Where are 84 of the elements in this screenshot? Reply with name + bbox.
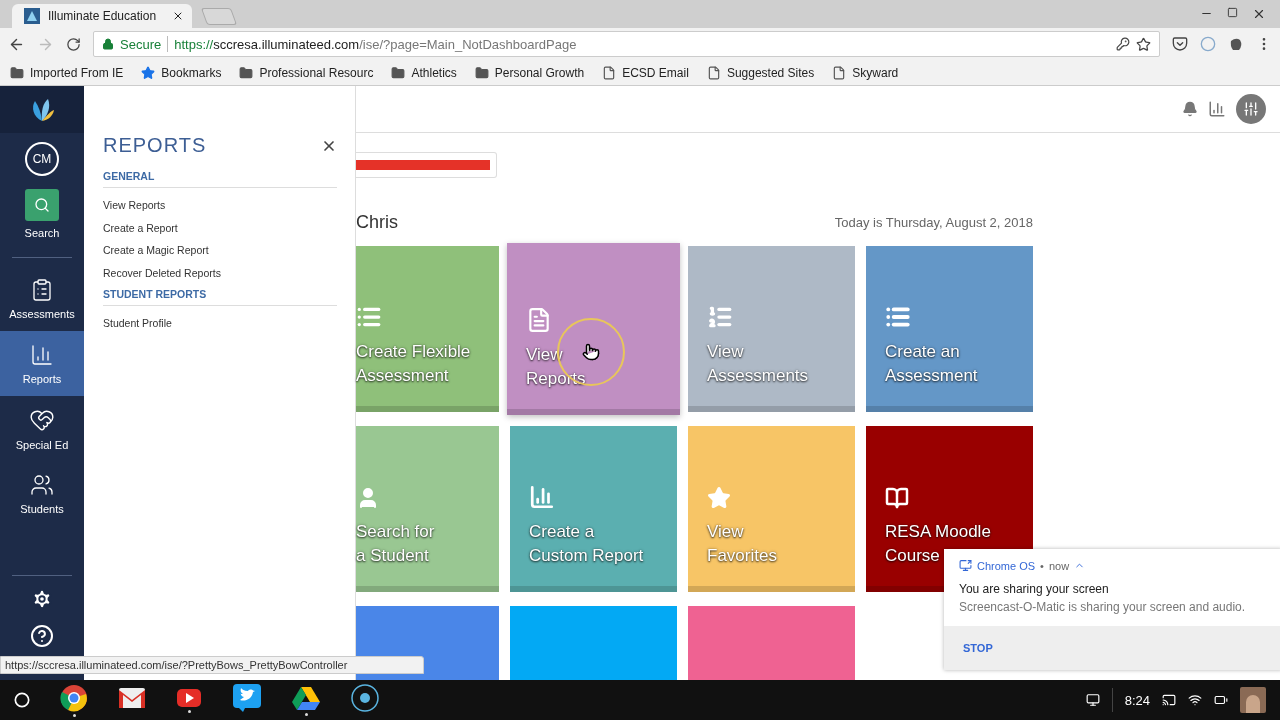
star-icon bbox=[141, 65, 156, 80]
menu-link[interactable]: View Reports bbox=[103, 194, 337, 217]
notification-time: now bbox=[1048, 559, 1070, 572]
nav-item[interactable]: Assessments bbox=[0, 266, 84, 331]
close-icon[interactable] bbox=[1252, 7, 1266, 21]
screen-icon[interactable] bbox=[1085, 693, 1100, 707]
ring-app-icon[interactable] bbox=[350, 682, 380, 713]
bookmark[interactable]: Imported From IE bbox=[10, 65, 124, 80]
section-heading: STUDENT REPORTS bbox=[103, 284, 337, 306]
browser-tab[interactable]: Illuminate Education bbox=[12, 4, 192, 28]
drive-triangle-icon[interactable] bbox=[292, 684, 320, 711]
folder-icon bbox=[474, 65, 489, 80]
tab-title: Illuminate Education bbox=[48, 9, 158, 23]
folder-icon bbox=[391, 65, 406, 80]
close-icon[interactable] bbox=[172, 10, 184, 22]
nav-item[interactable]: Reports bbox=[0, 331, 84, 396]
menu-title: REPORTS bbox=[103, 134, 207, 157]
star-icon bbox=[707, 486, 731, 510]
folder-icon bbox=[10, 65, 24, 80]
document-icon bbox=[526, 307, 552, 333]
search-label: Search bbox=[24, 227, 60, 239]
nav-item[interactable]: Students bbox=[0, 461, 84, 526]
settings-avatar-button[interactable] bbox=[1236, 94, 1266, 124]
bookmark[interactable]: Bookmarks bbox=[141, 65, 222, 80]
search-button[interactable] bbox=[25, 189, 59, 221]
battery-icon[interactable] bbox=[1214, 693, 1228, 707]
wifi-icon[interactable] bbox=[1188, 693, 1202, 707]
cast-icon[interactable] bbox=[1162, 693, 1176, 707]
people-icon bbox=[30, 472, 54, 497]
bird-app-icon[interactable] bbox=[232, 682, 262, 713]
key-icon[interactable] bbox=[1116, 37, 1130, 51]
search-icon bbox=[34, 197, 50, 213]
notification-body: Screencast-O-Matic is sharing your screen and audio. bbox=[958, 599, 1247, 616]
video-app-icon[interactable] bbox=[176, 687, 202, 708]
address-bar[interactable]: Secure https://sccresa.illuminateed.com/ise/?page=Main_NotDashboardPage bbox=[93, 31, 1160, 57]
bookmark-star-icon[interactable] bbox=[1136, 36, 1151, 52]
reload-icon[interactable] bbox=[66, 36, 81, 52]
menu-link[interactable]: Recover Deleted Reports bbox=[103, 261, 337, 284]
clipboard-icon bbox=[30, 277, 54, 302]
help-icon[interactable] bbox=[30, 624, 54, 648]
menu-link[interactable]: Create a Magic Report bbox=[103, 239, 337, 262]
user-avatar[interactable]: CM bbox=[25, 142, 59, 176]
lock-icon bbox=[102, 38, 114, 50]
chart-icon[interactable] bbox=[1208, 100, 1226, 118]
url-text: https://sccresa.illuminateed.com/ise/?page=Main_NotDashboardPage bbox=[174, 36, 577, 52]
hand-cursor-icon bbox=[582, 343, 600, 361]
bar-chart-icon bbox=[529, 484, 555, 510]
greeting: Chris bbox=[356, 211, 398, 233]
site-icon bbox=[24, 8, 40, 24]
screen-share-icon bbox=[959, 559, 972, 572]
section-heading: GENERAL bbox=[103, 166, 337, 188]
bookmark[interactable]: Skyward bbox=[832, 65, 899, 80]
page-icon bbox=[832, 65, 847, 80]
url-tooltip: https://sccresa.illuminateed.com/ise/?PrettyBows_PrettyBowController bbox=[0, 656, 424, 674]
running-dot bbox=[304, 712, 308, 716]
restore-icon[interactable] bbox=[1227, 7, 1238, 18]
bookmark[interactable]: ECSD Email bbox=[602, 65, 689, 80]
bookmark[interactable]: Personal Growth bbox=[474, 65, 585, 80]
date-text: Today is Thursday, August 2, 2018 bbox=[834, 214, 1033, 230]
page-icon bbox=[602, 65, 617, 80]
mail-app-icon[interactable] bbox=[118, 686, 146, 709]
settings-icon[interactable] bbox=[31, 588, 53, 610]
numbered-list-icon bbox=[707, 304, 733, 330]
bookmark[interactable]: Athletics bbox=[391, 65, 457, 80]
menu-link[interactable]: Create a Report bbox=[103, 216, 337, 239]
security-label: Secure bbox=[120, 36, 162, 52]
stop-button[interactable]: STOP bbox=[959, 638, 997, 658]
launcher-icon[interactable] bbox=[14, 692, 30, 708]
bell-icon[interactable] bbox=[1182, 101, 1198, 117]
nav-item[interactable]: Special Ed bbox=[0, 396, 84, 461]
running-dot bbox=[72, 713, 76, 717]
page-icon bbox=[706, 65, 721, 80]
browser-app-icon[interactable] bbox=[60, 683, 88, 712]
notification-source: Chrome OS bbox=[977, 559, 1036, 572]
running-dot bbox=[187, 709, 191, 713]
sliders-icon bbox=[1243, 101, 1259, 117]
menu-link[interactable]: Student Profile bbox=[103, 312, 337, 335]
bookmark[interactable]: Professional Resourc bbox=[239, 65, 374, 80]
book-icon bbox=[885, 486, 909, 510]
clock: 8:24 bbox=[1124, 692, 1150, 708]
separator: • bbox=[1040, 559, 1044, 572]
pocket-icon[interactable] bbox=[1172, 36, 1188, 52]
bookmark[interactable]: Suggested Sites bbox=[706, 65, 815, 80]
folder-icon bbox=[239, 65, 254, 80]
